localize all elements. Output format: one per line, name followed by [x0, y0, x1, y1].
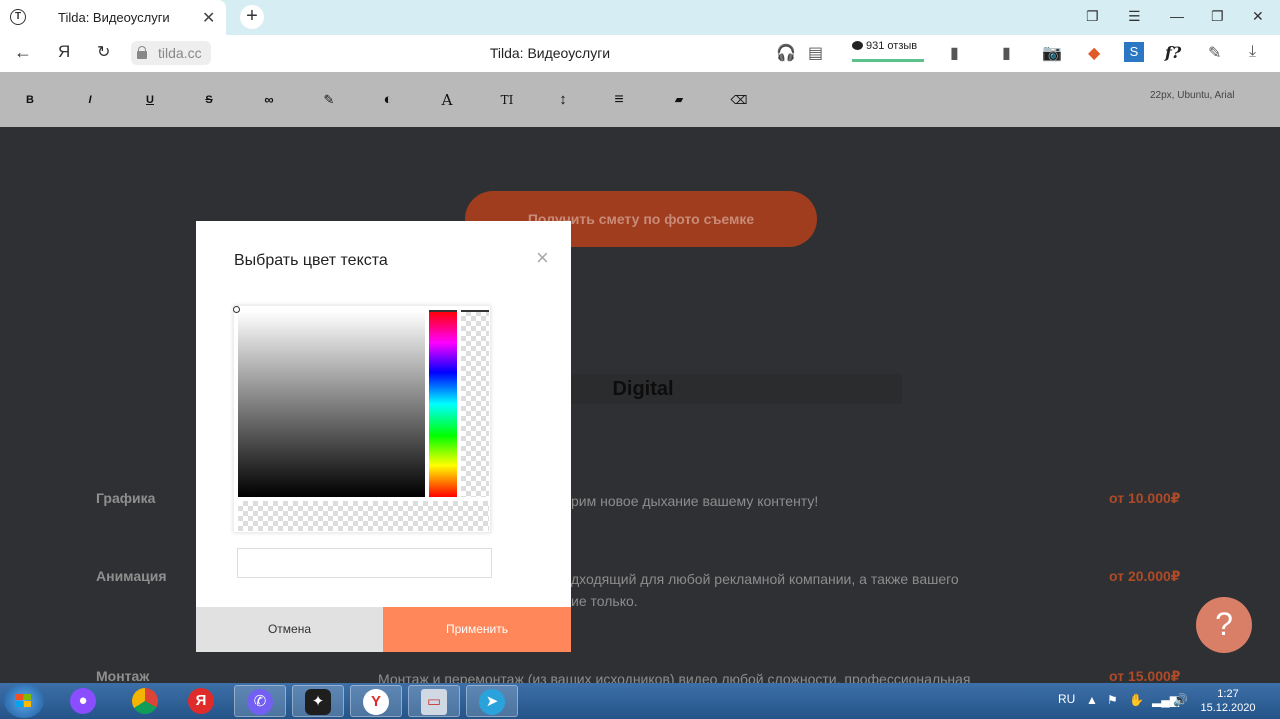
taskbar-figma[interactable]: ✦: [292, 685, 344, 717]
tilda-favicon-icon: Т: [10, 9, 26, 25]
s-extension-icon[interactable]: S: [1124, 42, 1144, 62]
help-button[interactable]: ?: [1196, 597, 1252, 653]
screen-capture-icon: ▭: [421, 689, 447, 715]
taskbar-viber[interactable]: ✆: [234, 685, 286, 717]
headphones-icon[interactable]: 🎧: [776, 43, 796, 63]
dialog-title: Выбрать цвет текста: [234, 252, 388, 269]
extension-icon[interactable]: ◆: [1088, 43, 1100, 63]
color-hex-input[interactable]: [237, 548, 492, 578]
viber-icon: ✆: [247, 689, 273, 715]
color-handle[interactable]: [233, 306, 240, 313]
service-name: Монтаж: [96, 668, 150, 684]
cancel-button[interactable]: Отмена: [196, 607, 383, 652]
tray-app-icon[interactable]: ✋: [1129, 693, 1144, 707]
section-title: Digital: [612, 378, 674, 400]
windows-taskbar: ● Я ✆ ✦ Y ▭ ➤ RU ▲ ⚑ ✋ ▂▄▆ 🔊 1:27 15.12.…: [0, 683, 1280, 719]
bold-icon[interactable]: B: [20, 90, 40, 110]
taskbar-yandex[interactable]: Я: [176, 685, 228, 717]
bookmark-icon[interactable]: ▮: [950, 43, 959, 63]
windows-logo-icon: [16, 694, 32, 708]
saturation-value-area[interactable]: [233, 306, 425, 497]
reader-mode-icon[interactable]: ▤: [808, 43, 823, 63]
text-size-icon[interactable]: TI: [497, 90, 517, 110]
service-description: ие только.: [571, 593, 638, 609]
hue-slider[interactable]: [429, 311, 457, 497]
hue-slider-handle[interactable]: [429, 310, 457, 312]
color-picker: [233, 305, 491, 533]
address-bar: ← Я ↻ tilda.cc Tilda: Видеоуслуги 🎧 ▤ 93…: [0, 35, 1280, 72]
page-content: Получить смету по фото съемке Digital Гр…: [0, 127, 1280, 687]
translate-icon[interactable]: ✎: [1208, 43, 1221, 63]
apply-button[interactable]: Применить: [383, 607, 571, 652]
section-title-bar: Digital: [560, 374, 902, 404]
chrome-icon: [132, 688, 158, 714]
color-picker-dialog: Выбрать цвет текста × Отмена Применить: [196, 221, 571, 652]
eraser-icon[interactable]: ⌫: [729, 90, 749, 110]
action-center-flag-icon[interactable]: ⚑: [1107, 693, 1118, 707]
download-icon[interactable]: ⤓: [1249, 43, 1256, 61]
taskbar-screen-app[interactable]: ▭: [408, 685, 460, 717]
close-window-icon[interactable]: ✕: [1252, 8, 1264, 25]
restore-window-icon[interactable]: ❐: [1211, 8, 1224, 25]
reviews-count: 931 отзыв: [866, 40, 918, 52]
collections-icon[interactable]: ▮: [1002, 43, 1011, 63]
underline-icon[interactable]: U: [140, 90, 160, 110]
text-format-toolbar: B I U S ∞ ✎ ◐ A TI ↕ ≡ ▰ ⌫ 22px, Ubuntu,…: [0, 72, 1280, 127]
taskbar-yandex-browser[interactable]: Y: [350, 685, 402, 717]
service-name: Графика: [96, 490, 156, 506]
volume-icon[interactable]: 🔊: [1173, 693, 1188, 707]
language-indicator[interactable]: RU: [1058, 692, 1075, 706]
contrast-icon[interactable]: ◐: [378, 90, 398, 110]
taskbar-chrome[interactable]: [120, 685, 172, 717]
tab-close-icon[interactable]: ✕: [202, 8, 215, 28]
service-price: от 10.000₽: [1109, 490, 1181, 506]
alice-icon: ●: [70, 688, 96, 714]
clock-date: 15.12.2020: [1200, 702, 1256, 714]
bookmarks-manager-icon[interactable]: ❐: [1086, 8, 1099, 25]
book-icon[interactable]: ▰: [669, 90, 689, 110]
start-button[interactable]: [4, 684, 44, 718]
show-hidden-icons-icon[interactable]: ▲: [1086, 693, 1098, 707]
page-title: Tilda: Видеоуслуги: [489, 45, 611, 61]
browser-menu-icon[interactable]: ☰: [1128, 8, 1141, 25]
service-description: дходящий для любой рекламной компании, а…: [571, 571, 959, 587]
yandex-browser-icon: Y: [363, 689, 389, 715]
font-info: 22px, Ubuntu, Arial: [1150, 90, 1235, 101]
paint-brush-icon[interactable]: ✎: [319, 90, 339, 110]
tab-title: Tilda: Видеоуслуги: [58, 10, 170, 25]
taskbar-telegram[interactable]: ➤: [466, 685, 518, 717]
formula-extension-icon[interactable]: f?: [1165, 43, 1181, 62]
speech-bubble-icon: [852, 41, 863, 50]
clock-time: 1:27: [1217, 688, 1239, 700]
taskbar-alice[interactable]: ●: [58, 685, 110, 717]
browser-tab[interactable]: Т Tilda: Видеоуслуги ✕: [0, 0, 226, 35]
link-icon[interactable]: ∞: [259, 90, 279, 110]
close-icon[interactable]: ×: [536, 247, 549, 269]
figma-icon: ✦: [305, 689, 331, 715]
strikethrough-icon[interactable]: S: [199, 90, 219, 110]
alpha-slider-handle[interactable]: [461, 310, 489, 312]
alpha-slider[interactable]: [461, 311, 489, 497]
font-family-icon[interactable]: A: [437, 90, 457, 110]
color-preview: [238, 501, 489, 531]
yandex-icon: Я: [188, 688, 214, 714]
reviews-badge[interactable]: 931 отзыв: [852, 40, 924, 62]
service-name: Анимация: [96, 568, 167, 584]
camera-icon[interactable]: 📷: [1042, 43, 1062, 63]
line-height-icon[interactable]: ↕: [553, 90, 573, 110]
align-icon[interactable]: ≡: [609, 90, 629, 110]
new-tab-button[interactable]: +: [240, 5, 264, 29]
service-description: рим новое дыхание вашему контенту!: [571, 493, 819, 509]
browser-tab-strip: Т Tilda: Видеоуслуги ✕ + ❐ ☰ — ❐ ✕: [0, 0, 1280, 35]
italic-icon[interactable]: I: [80, 90, 100, 110]
service-price: от 20.000₽: [1109, 568, 1181, 584]
telegram-icon: ➤: [479, 689, 505, 715]
system-clock[interactable]: 1:27 15.12.2020: [1198, 687, 1258, 715]
minimize-window-icon[interactable]: —: [1170, 8, 1184, 24]
